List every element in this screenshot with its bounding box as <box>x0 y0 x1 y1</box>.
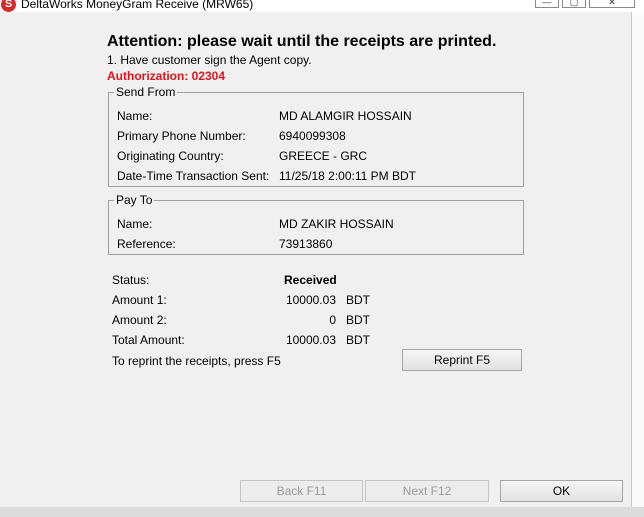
reference-label: Reference: <box>117 237 176 251</box>
background-strip <box>632 12 644 507</box>
status-label: Status: <box>112 273 150 287</box>
sender-name-value: MD ALAMGIR HOSSAIN <box>279 109 412 123</box>
datetime-sent-label: Date-Time Transaction Sent: <box>117 169 270 183</box>
total-amount-value: 10000.03 <box>285 333 336 347</box>
authorization-number: Authorization: 02304 <box>107 69 226 83</box>
amount2-currency: BDT <box>346 313 370 327</box>
receiver-name-label: Name: <box>117 217 153 231</box>
pay-to-legend: Pay To <box>116 193 153 207</box>
send-from-legend: Send From <box>116 85 176 99</box>
sender-name-label: Name: <box>117 109 153 123</box>
amount2-value: 0 <box>329 313 336 327</box>
receiver-name-value: MD ZAKIR HOSSAIN <box>279 217 394 231</box>
taskbar-strip <box>0 507 644 517</box>
attention-heading: Attention: please wait until the receipt… <box>107 33 497 50</box>
status-value: Received <box>284 273 337 287</box>
title-bar: S DeltaWorks MoneyGram Receive (MRW65) —… <box>0 0 644 12</box>
instruction-text: 1. Have customer sign the Agent copy. <box>107 53 312 67</box>
close-button[interactable]: ✕ <box>589 0 635 8</box>
window-title: DeltaWorks MoneyGram Receive (MRW65) <box>21 0 254 11</box>
reference-value: 73913860 <box>279 237 333 251</box>
amount1-label: Amount 1: <box>112 293 167 307</box>
back-button[interactable]: Back F11 <box>240 480 363 502</box>
moneygram-logo-icon: S <box>1 0 16 12</box>
originating-country-label: Originating Country: <box>117 149 224 163</box>
amount2-label: Amount 2: <box>112 313 167 327</box>
next-button[interactable]: Next F12 <box>365 480 489 502</box>
sender-phone-label: Primary Phone Number: <box>117 129 246 143</box>
maximize-button[interactable]: ▢ <box>562 0 586 8</box>
reprint-button[interactable]: Reprint F5 <box>402 349 522 371</box>
ok-button[interactable]: OK <box>500 480 623 502</box>
minimize-button[interactable]: — <box>535 0 559 8</box>
total-amount-label: Total Amount: <box>112 333 185 347</box>
amount1-currency: BDT <box>346 293 370 307</box>
amount1-value: 10000.03 <box>285 293 336 307</box>
total-amount-currency: BDT <box>346 333 370 347</box>
datetime-sent-value: 11/25/18 2:00:11 PM BDT <box>279 169 416 183</box>
reprint-hint: To reprint the receipts, press F5 <box>112 354 281 368</box>
sender-phone-value: 6940099308 <box>279 129 346 143</box>
originating-country-value: GREECE - GRC <box>279 149 368 163</box>
